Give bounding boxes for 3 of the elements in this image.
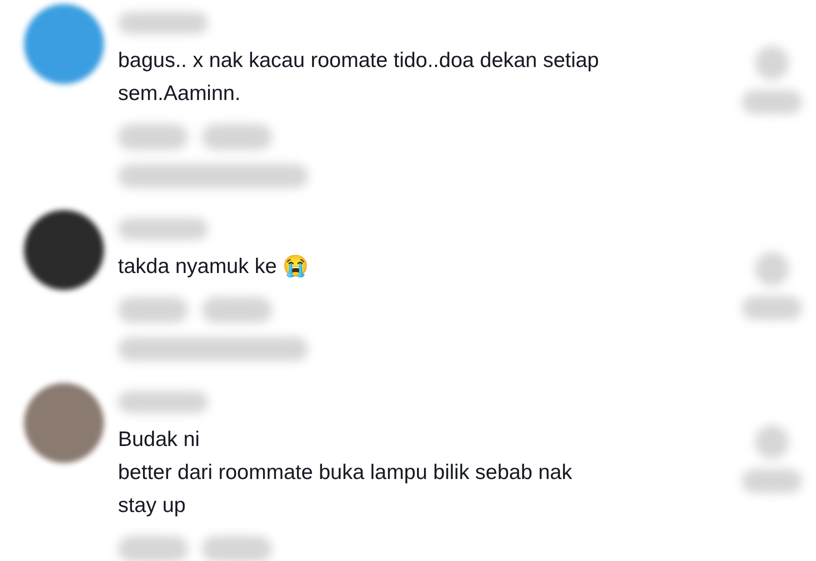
comment-text: Budak ni better dari roommate buka lampu bilik sebab nak stay up bbox=[118, 427, 574, 519]
comment-text: takda nyamuk ke 😭 bbox=[118, 254, 310, 280]
comment-text: bagus.. x nak kacau roomate tido..doa dekan setiap sem.Aaminn. bbox=[118, 48, 600, 107]
